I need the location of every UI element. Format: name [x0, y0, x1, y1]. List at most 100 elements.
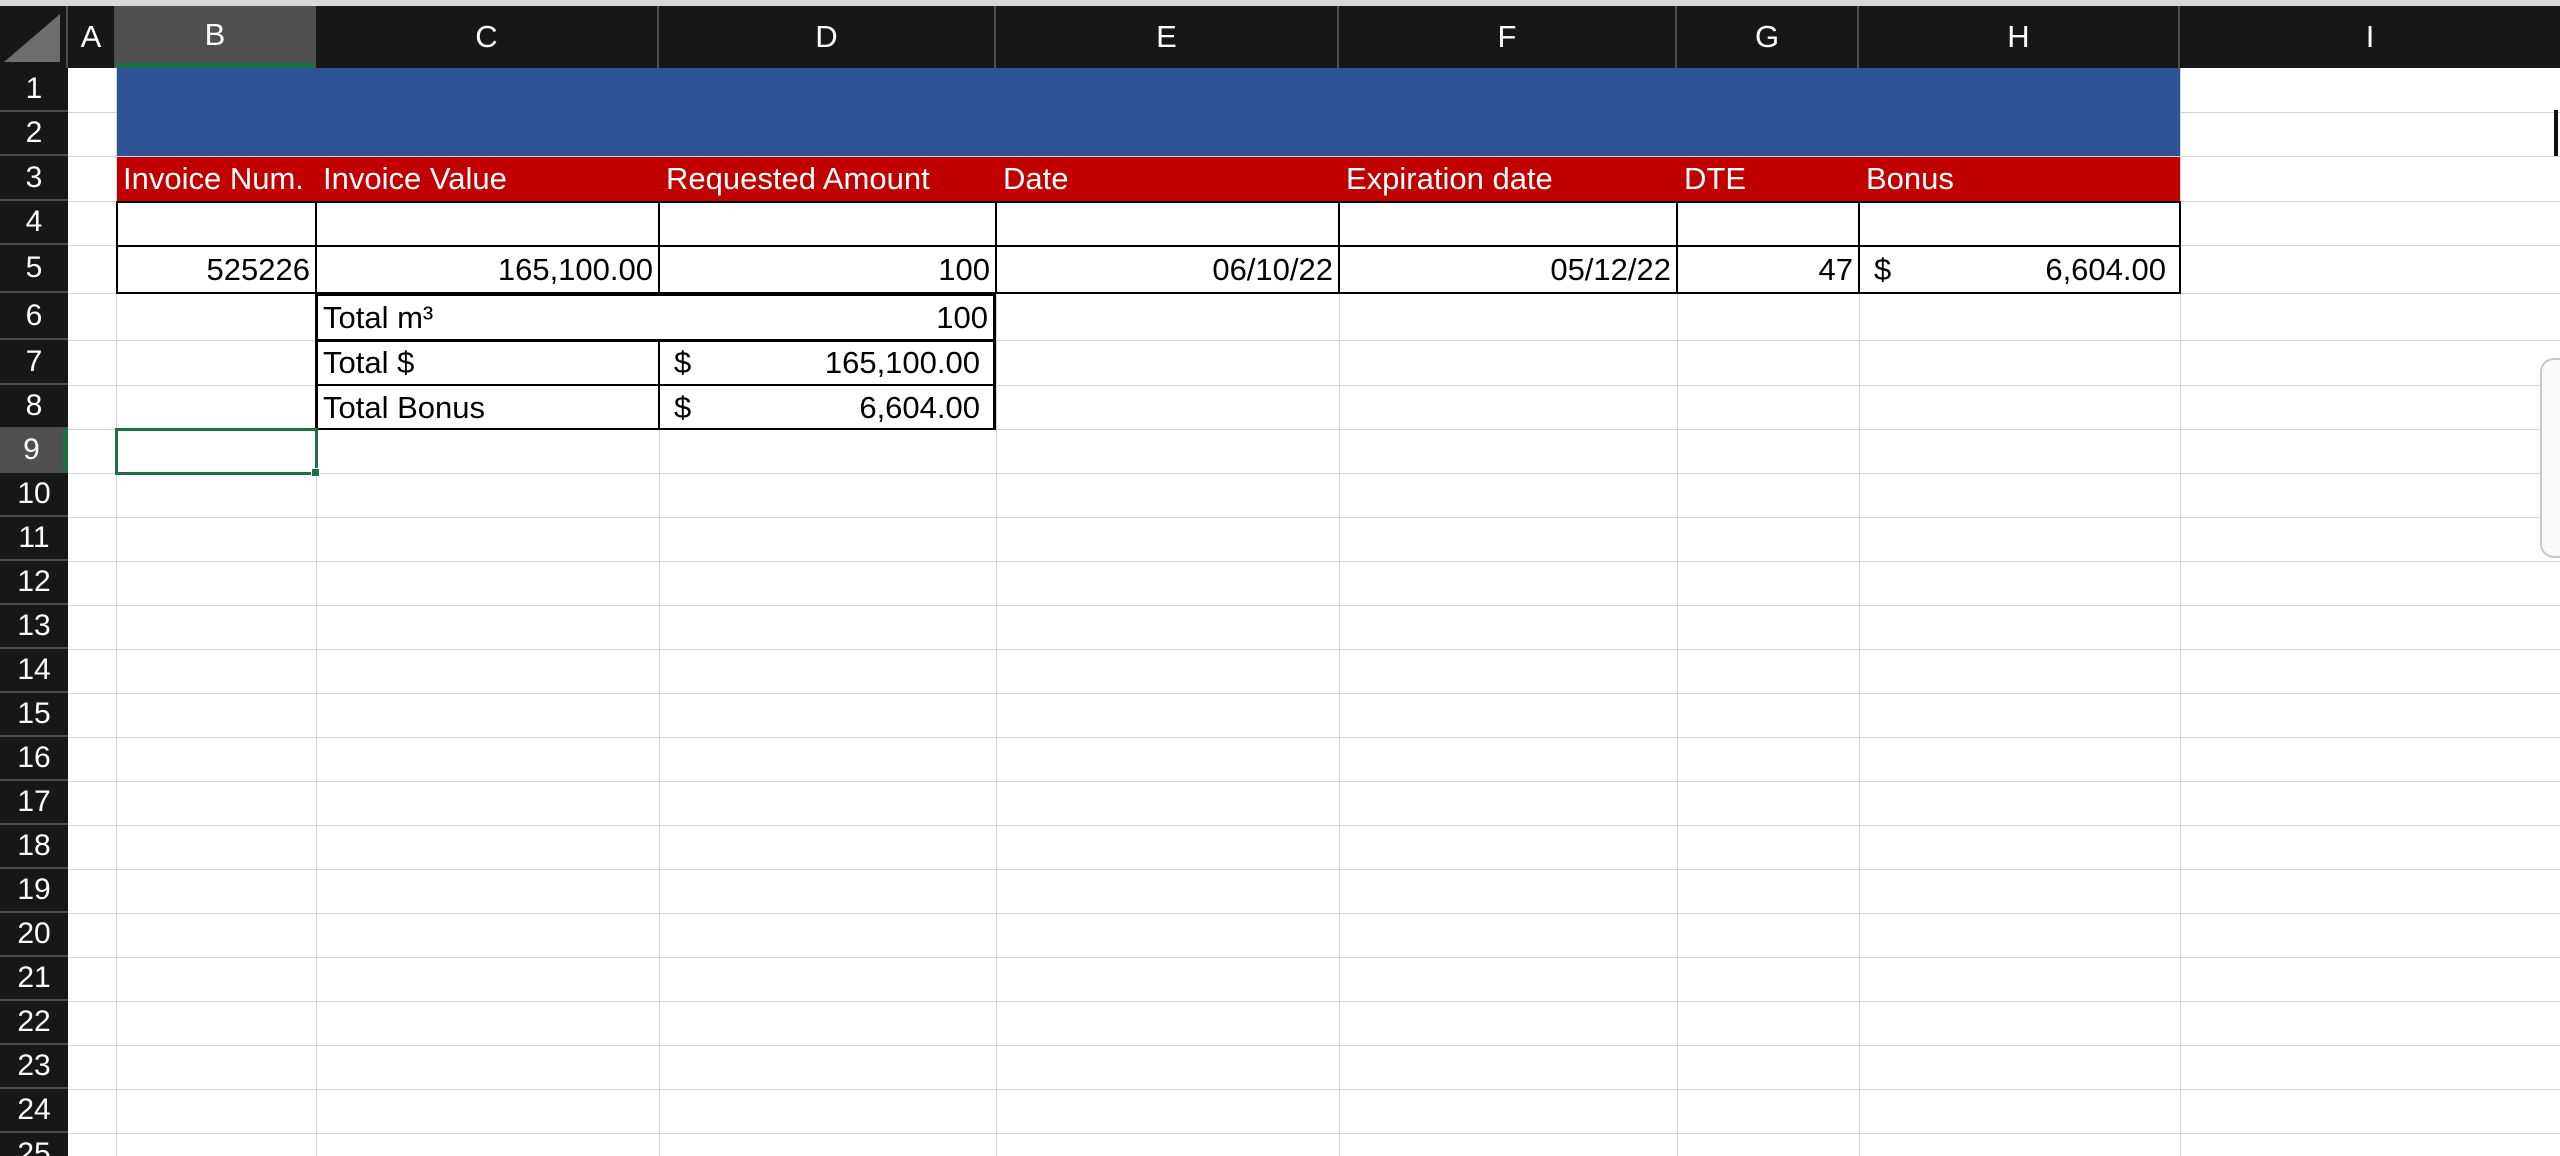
- cell-h5-bonus[interactable]: $ 6,604.00: [1860, 246, 2180, 293]
- cell-b5-invoice-num[interactable]: 525226: [117, 246, 316, 293]
- cell-d5-requested-amount[interactable]: 100: [660, 246, 996, 293]
- total-dollar-value: 165,100.00: [824, 345, 980, 380]
- gridline-h: [68, 1001, 2560, 1002]
- row-header-17[interactable]: 17: [0, 781, 68, 825]
- cell-c8-total-bonus-label[interactable]: Total Bonus: [317, 386, 659, 429]
- row-header-24[interactable]: 24: [0, 1089, 68, 1133]
- border: [116, 201, 118, 294]
- spreadsheet-grid[interactable]: A B C D E F G H I 1 2 3 4 5 6 7 8 9 10 1…: [0, 0, 2560, 1156]
- column-header-b[interactable]: B: [116, 6, 316, 68]
- column-header-e[interactable]: E: [996, 6, 1339, 68]
- currency-symbol: $: [674, 345, 692, 380]
- row-header-25[interactable]: 25: [0, 1133, 68, 1156]
- row-header-11[interactable]: 11: [0, 517, 68, 561]
- row-header-20[interactable]: 20: [0, 913, 68, 957]
- vertical-scrollbar-thumb[interactable]: [2540, 358, 2560, 558]
- cell-c7-total-dollar-label[interactable]: Total $: [317, 341, 659, 385]
- row-header-13[interactable]: 13: [0, 605, 68, 649]
- cell-e5-date[interactable]: 06/10/22: [997, 246, 1339, 293]
- cell-c6-total-m3-label[interactable]: Total m³: [317, 296, 659, 340]
- border: [1338, 201, 1340, 294]
- gridline-h: [68, 957, 2560, 958]
- gridline-h: [68, 1089, 2560, 1090]
- column-header-f[interactable]: F: [1339, 6, 1677, 68]
- border: [1858, 201, 1860, 294]
- row-header-18[interactable]: 18: [0, 825, 68, 869]
- gridline-h: [68, 781, 2560, 782]
- header-date[interactable]: Date: [997, 157, 1339, 201]
- row-header-2[interactable]: 2: [0, 112, 68, 156]
- row-header-12[interactable]: 12: [0, 561, 68, 605]
- total-bonus-value: 6,604.00: [859, 389, 980, 425]
- border: [116, 245, 2181, 247]
- row-header-16[interactable]: 16: [0, 737, 68, 781]
- column-header-i[interactable]: I: [2180, 6, 2560, 68]
- border: [993, 293, 996, 430]
- row-header-14[interactable]: 14: [0, 649, 68, 693]
- gridline-h: [68, 517, 2560, 518]
- gridline-h: [68, 1133, 2560, 1134]
- cell-f5-expiration-date[interactable]: 05/12/22: [1340, 246, 1677, 293]
- row-header-10[interactable]: 10: [0, 473, 68, 517]
- fill-handle[interactable]: [311, 468, 320, 477]
- row-header-3[interactable]: 3: [0, 156, 68, 201]
- border: [658, 340, 660, 430]
- cell-g5-dte[interactable]: 47: [1678, 246, 1859, 293]
- border: [995, 201, 997, 294]
- gridline-h: [68, 473, 2560, 474]
- header-bonus[interactable]: Bonus: [1860, 157, 2180, 201]
- gridline-h: [68, 825, 2560, 826]
- row-header-5[interactable]: 5: [0, 245, 68, 293]
- row-header-22[interactable]: 22: [0, 1001, 68, 1045]
- header-dte[interactable]: DTE: [1678, 157, 1859, 201]
- gridline-h: [68, 693, 2560, 694]
- cell-d8-total-bonus[interactable]: $ 6,604.00: [660, 386, 996, 429]
- header-invoice-num[interactable]: Invoice Num.: [117, 157, 316, 201]
- row-header-6[interactable]: 6: [0, 293, 68, 340]
- scroll-edge-mark: [2554, 110, 2558, 156]
- header-invoice-value[interactable]: Invoice Value: [317, 157, 659, 201]
- currency-symbol: $: [674, 389, 692, 425]
- gridline-h: [68, 913, 2560, 914]
- column-header-c[interactable]: C: [316, 6, 659, 68]
- row-header-21[interactable]: 21: [0, 957, 68, 1001]
- cell-d7-total-dollar[interactable]: $ 165,100.00: [660, 341, 996, 385]
- title-band[interactable]: [117, 68, 2180, 156]
- border: [2179, 201, 2181, 294]
- row-header-19[interactable]: 19: [0, 869, 68, 913]
- column-header-h[interactable]: H: [1859, 6, 2180, 68]
- row-header-7[interactable]: 7: [0, 340, 68, 385]
- border: [1676, 201, 1678, 294]
- row-header-8[interactable]: 8: [0, 385, 68, 429]
- bonus-value: 6,604.00: [2045, 251, 2166, 287]
- column-header-g[interactable]: G: [1677, 6, 1859, 68]
- active-cell-b9[interactable]: [115, 428, 318, 475]
- border: [315, 201, 317, 294]
- border: [315, 428, 995, 430]
- header-requested-amount[interactable]: Requested Amount: [660, 157, 996, 201]
- column-header-d[interactable]: D: [659, 6, 996, 68]
- border: [315, 293, 995, 296]
- row-header-1[interactable]: 1: [0, 68, 68, 112]
- row-header-23[interactable]: 23: [0, 1045, 68, 1089]
- border: [116, 201, 2181, 203]
- gridline-h: [68, 869, 2560, 870]
- row-header-15[interactable]: 15: [0, 693, 68, 737]
- cell-c5-invoice-value[interactable]: 165,100.00: [317, 246, 659, 293]
- gridline-h: [68, 649, 2560, 650]
- row-header-4[interactable]: 4: [0, 201, 68, 245]
- border: [658, 201, 660, 294]
- gridline-h: [68, 737, 2560, 738]
- select-all-corner[interactable]: [0, 6, 68, 68]
- header-expiration-date[interactable]: Expiration date: [1340, 157, 1677, 201]
- currency-symbol: $: [1874, 251, 1892, 287]
- border: [315, 384, 995, 386]
- border: [315, 293, 318, 430]
- select-all-triangle-icon: [4, 14, 60, 62]
- gridline-h: [68, 605, 2560, 606]
- border: [315, 339, 995, 342]
- column-header-a[interactable]: A: [68, 6, 116, 68]
- row-header-9[interactable]: 9: [0, 429, 68, 473]
- gridline-h: [68, 1045, 2560, 1046]
- cell-d6-total-m3-value[interactable]: 100: [660, 296, 994, 340]
